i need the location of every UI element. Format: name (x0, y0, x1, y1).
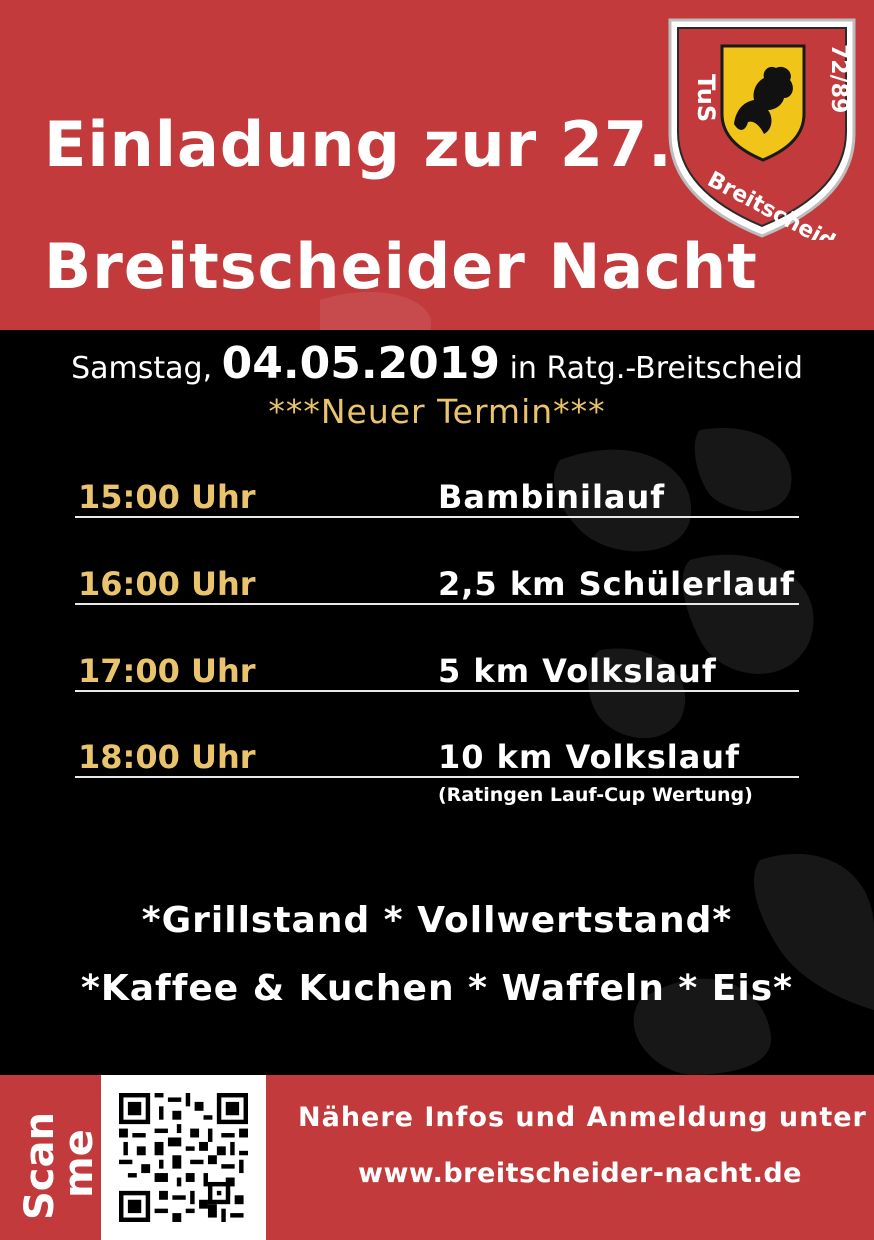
title-line-1: Einladung zur 27. (44, 108, 673, 181)
date-prefix: Samstag, (71, 351, 213, 386)
me-word: me (56, 1129, 98, 1198)
crest-text-tus: TuS (692, 74, 720, 122)
date-line: Samstag, 04.05.2019 in Ratg.-Breitscheid (0, 338, 874, 389)
website-link[interactable]: www.breitscheider-nacht.de (358, 1158, 802, 1189)
info-text: Nähere Infos und Anmeldung unter (298, 1102, 867, 1133)
schedule-event: 2,5 km Schülerlauf (438, 565, 795, 603)
schedule-time: 18:00 Uhr (78, 738, 256, 776)
schedule-event: 10 km Volkslauf (438, 738, 740, 776)
schedule-time: 15:00 Uhr (78, 478, 256, 516)
lauf-cup-note: (Ratingen Lauf-Cup Wertung) (438, 784, 753, 806)
crest-text-years: 72/89 (826, 44, 851, 113)
club-crest-icon: TuS Breitscheid 72/89 (668, 18, 856, 240)
schedule-row: 17:00 Uhr 5 km Volkslauf (75, 648, 799, 692)
schedule-event: Bambinilauf (438, 478, 666, 516)
qr-code-icon[interactable] (119, 1093, 248, 1222)
event-poster: Einladung zur 27. Breitscheider Nacht Tu… (0, 0, 874, 1240)
qr-code-box[interactable] (101, 1075, 266, 1240)
title-line-2: Breitscheider Nacht (44, 230, 758, 303)
date-location: in Ratg.-Breitscheid (509, 351, 803, 386)
new-date-note: ***Neuer Termin*** (268, 392, 606, 431)
schedule-row: 15:00 Uhr Bambinilauf (75, 474, 799, 518)
schedule-row: 16:00 Uhr 2,5 km Schülerlauf (75, 561, 799, 605)
schedule-event: 5 km Volkslauf (438, 652, 717, 690)
amenities-line-1: *Grillstand * Vollwertstand* (141, 900, 733, 941)
amenities-line-2: *Kaffee & Kuchen * Waffeln * Eis* (81, 968, 793, 1009)
scan-me-label: Scan me (17, 1112, 98, 1220)
schedule-time: 16:00 Uhr (78, 565, 256, 603)
schedule-time: 17:00 Uhr (78, 652, 256, 690)
schedule-row: 18:00 Uhr 10 km Volkslauf (75, 734, 799, 778)
event-date: 04.05.2019 (221, 338, 501, 389)
